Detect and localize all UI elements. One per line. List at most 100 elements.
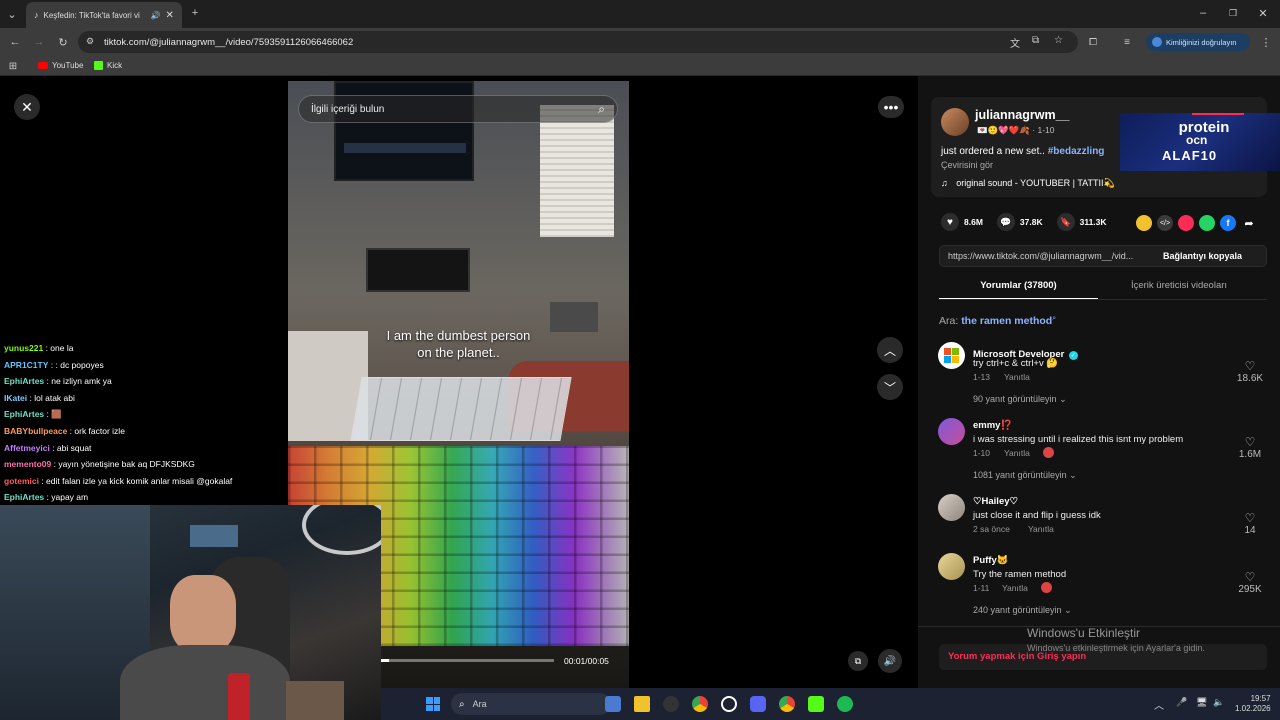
discord-icon[interactable] <box>750 696 766 712</box>
next-video-icon[interactable]: ﹀ <box>877 374 903 400</box>
minimize-icon[interactable]: – <box>1196 6 1210 20</box>
back-icon[interactable]: ← <box>8 35 22 49</box>
network-icon[interactable]: 🖥 <box>1196 697 1207 708</box>
emmy-avatar[interactable] <box>938 418 965 445</box>
comment-like[interactable]: ♡ 1.6M <box>1232 435 1268 460</box>
volume-icon[interactable]: 🔊 <box>878 649 902 673</box>
microsoft-avatar[interactable] <box>938 342 965 369</box>
share-link-text[interactable]: https://www.tiktok.com/@juliannagrwm__/v… <box>948 251 1154 261</box>
author-username[interactable]: juliannagrwm__ <box>975 108 1069 122</box>
windows-start-icon[interactable] <box>426 697 440 711</box>
new-tab-icon[interactable]: + <box>188 6 202 20</box>
obs-icon[interactable] <box>663 696 679 712</box>
hailey-avatar[interactable] <box>938 494 965 521</box>
comment-like[interactable]: ♡ 295K <box>1232 570 1268 595</box>
comment-author-name[interactable]: Puffy🐱 <box>973 555 1009 566</box>
comment-like[interactable]: ♡ 14 <box>1232 511 1268 536</box>
tab-list-icon[interactable]: ⌄ <box>4 6 20 22</box>
address-bar[interactable]: ⚙ tiktok.com/@juliannagrwm__/video/75935… <box>78 31 1078 53</box>
sound-row[interactable]: ♫ original sound - YOUTUBER | TATTII💫 <box>941 178 1115 189</box>
whatsapp-icon[interactable] <box>1199 215 1215 231</box>
chat-username[interactable]: IKatei <box>4 393 27 403</box>
chat-username[interactable]: yunus221 <box>4 343 43 353</box>
emoji-share-icon[interactable] <box>1136 215 1152 231</box>
chat-text: : one la <box>43 343 74 353</box>
hashtag-link[interactable]: #bedazzling <box>1048 146 1105 157</box>
previous-video-icon[interactable]: ︿ <box>877 337 903 363</box>
signin-chip[interactable]: Kimliğinizi doğrulayın <box>1146 33 1250 51</box>
tab-title: Keşfedin: TikTok'ta favori vi <box>43 10 140 20</box>
apps-grid-icon[interactable]: ⊞ <box>6 59 20 73</box>
file-explorer-icon[interactable] <box>634 696 650 712</box>
bookmark-youtube[interactable]: YouTube <box>38 61 83 70</box>
chat-username[interactable]: EphiArtes <box>4 492 44 502</box>
fireplace <box>366 248 470 292</box>
chat-username[interactable]: APR1C1TY <box>4 360 48 370</box>
comment-author-name[interactable]: emmy⁉️ <box>973 420 1012 431</box>
chatgpt-icon[interactable] <box>721 696 737 712</box>
spotify-icon[interactable] <box>837 696 853 712</box>
comment-button[interactable]: 💬 37.8K <box>996 213 1043 231</box>
more-options-icon[interactable]: ••• <box>878 96 904 118</box>
tab-audio-icon[interactable]: 🔊 <box>151 11 161 20</box>
translate-link[interactable]: Çevirisini gör <box>941 160 993 170</box>
chrome-2-icon[interactable] <box>779 696 795 712</box>
reply-button[interactable]: Yanıtla <box>1002 583 1028 593</box>
like-button[interactable]: ♥ 8.6M <box>941 213 983 231</box>
share-arrow-icon[interactable]: ➦ <box>1241 215 1257 231</box>
close-video-icon[interactable]: ✕ <box>14 94 40 120</box>
tab-creator-videos[interactable]: İçerik üreticisi videoları <box>1098 280 1260 291</box>
bookmark-kick[interactable]: Kick <box>94 61 122 70</box>
copy-link-button[interactable]: Bağlantıyı kopyala <box>1163 251 1242 261</box>
author-avatar[interactable] <box>941 108 969 136</box>
mic-tray-icon[interactable]: 🎤 <box>1176 697 1187 708</box>
chat-username[interactable]: Affetmeyici <box>4 443 50 453</box>
ring-light <box>302 505 381 555</box>
puffy-avatar[interactable] <box>938 553 965 580</box>
reply-button[interactable]: Yanıtla <box>1028 524 1054 534</box>
chat-username[interactable]: BABYbullpeace <box>4 426 67 436</box>
comment-author-name[interactable]: ♡Hailey♡ <box>973 496 1018 507</box>
chat-username[interactable]: EphiArtes <box>4 409 44 419</box>
browser-tab[interactable]: ♪ Keşfedin: TikTok'ta favori vi 🔊 ✕ <box>26 2 182 28</box>
reload-icon[interactable]: ↻ <box>56 35 70 49</box>
chat-username[interactable]: EphiArtes <box>4 376 44 386</box>
view-replies[interactable]: 90 yanıt görüntüleyin ⌄ <box>973 394 1067 405</box>
translate-icon[interactable]: 文 <box>1010 35 1020 50</box>
restore-icon[interactable]: ❐ <box>1226 6 1240 20</box>
embed-icon[interactable]: </> <box>1157 215 1173 231</box>
send-icon[interactable] <box>1178 215 1194 231</box>
pip-icon[interactable]: ⧉ <box>848 651 868 671</box>
chat-username[interactable]: gotemici <box>4 476 39 486</box>
comment-like[interactable]: ♡ 18.6K <box>1232 359 1268 384</box>
task-view-icon[interactable] <box>605 696 621 712</box>
reply-button[interactable]: Yanıtla <box>1004 372 1030 382</box>
tray-chevron-icon[interactable]: ︿ <box>1154 697 1164 712</box>
bookmark-star-icon[interactable]: ☆ <box>1054 35 1063 46</box>
menu-kebab-icon[interactable]: ⋮ <box>1260 35 1272 49</box>
tab-close-icon[interactable]: ✕ <box>165 10 173 21</box>
chrome-icon[interactable] <box>692 696 708 712</box>
forward-icon[interactable]: → <box>32 35 46 49</box>
site-info-icon[interactable]: ⚙ <box>86 36 94 47</box>
extensions-icon[interactable]: ⧠ <box>1086 35 1100 49</box>
speaker-icon[interactable]: 🔈 <box>1213 697 1224 708</box>
search-suggestion[interactable]: Ara: the ramen method⌕ <box>939 315 1056 327</box>
search-icon[interactable]: ⌕ <box>598 102 605 117</box>
kick-app-icon[interactable] <box>808 696 824 712</box>
progress-track[interactable] <box>380 659 554 662</box>
save-button[interactable]: 🔖 311.3K <box>1056 213 1107 231</box>
view-replies[interactable]: 1081 yanıt görüntüleyin ⌄ <box>973 470 1077 481</box>
reply-button[interactable]: Yanıtla <box>1004 448 1030 458</box>
close-window-icon[interactable]: ✕ <box>1256 6 1270 20</box>
bookmark-label: YouTube <box>52 61 84 70</box>
tab-comments[interactable]: Yorumlar (37800) <box>939 280 1098 291</box>
clock[interactable]: 19:57 1.02.2026 <box>1235 694 1271 714</box>
install-icon[interactable]: ⧉ <box>1032 35 1039 46</box>
facebook-icon[interactable]: f <box>1220 215 1236 231</box>
view-replies[interactable]: 240 yanıt görüntüleyin ⌄ <box>973 605 1072 616</box>
related-search-input[interactable]: İlgili içeriği bulun ⌕ <box>298 95 618 123</box>
chat-username[interactable]: memento09 <box>4 459 51 469</box>
reading-list-icon[interactable]: ≡ <box>1120 35 1134 49</box>
taskbar-search[interactable]: ⌕ Ara <box>451 693 611 715</box>
